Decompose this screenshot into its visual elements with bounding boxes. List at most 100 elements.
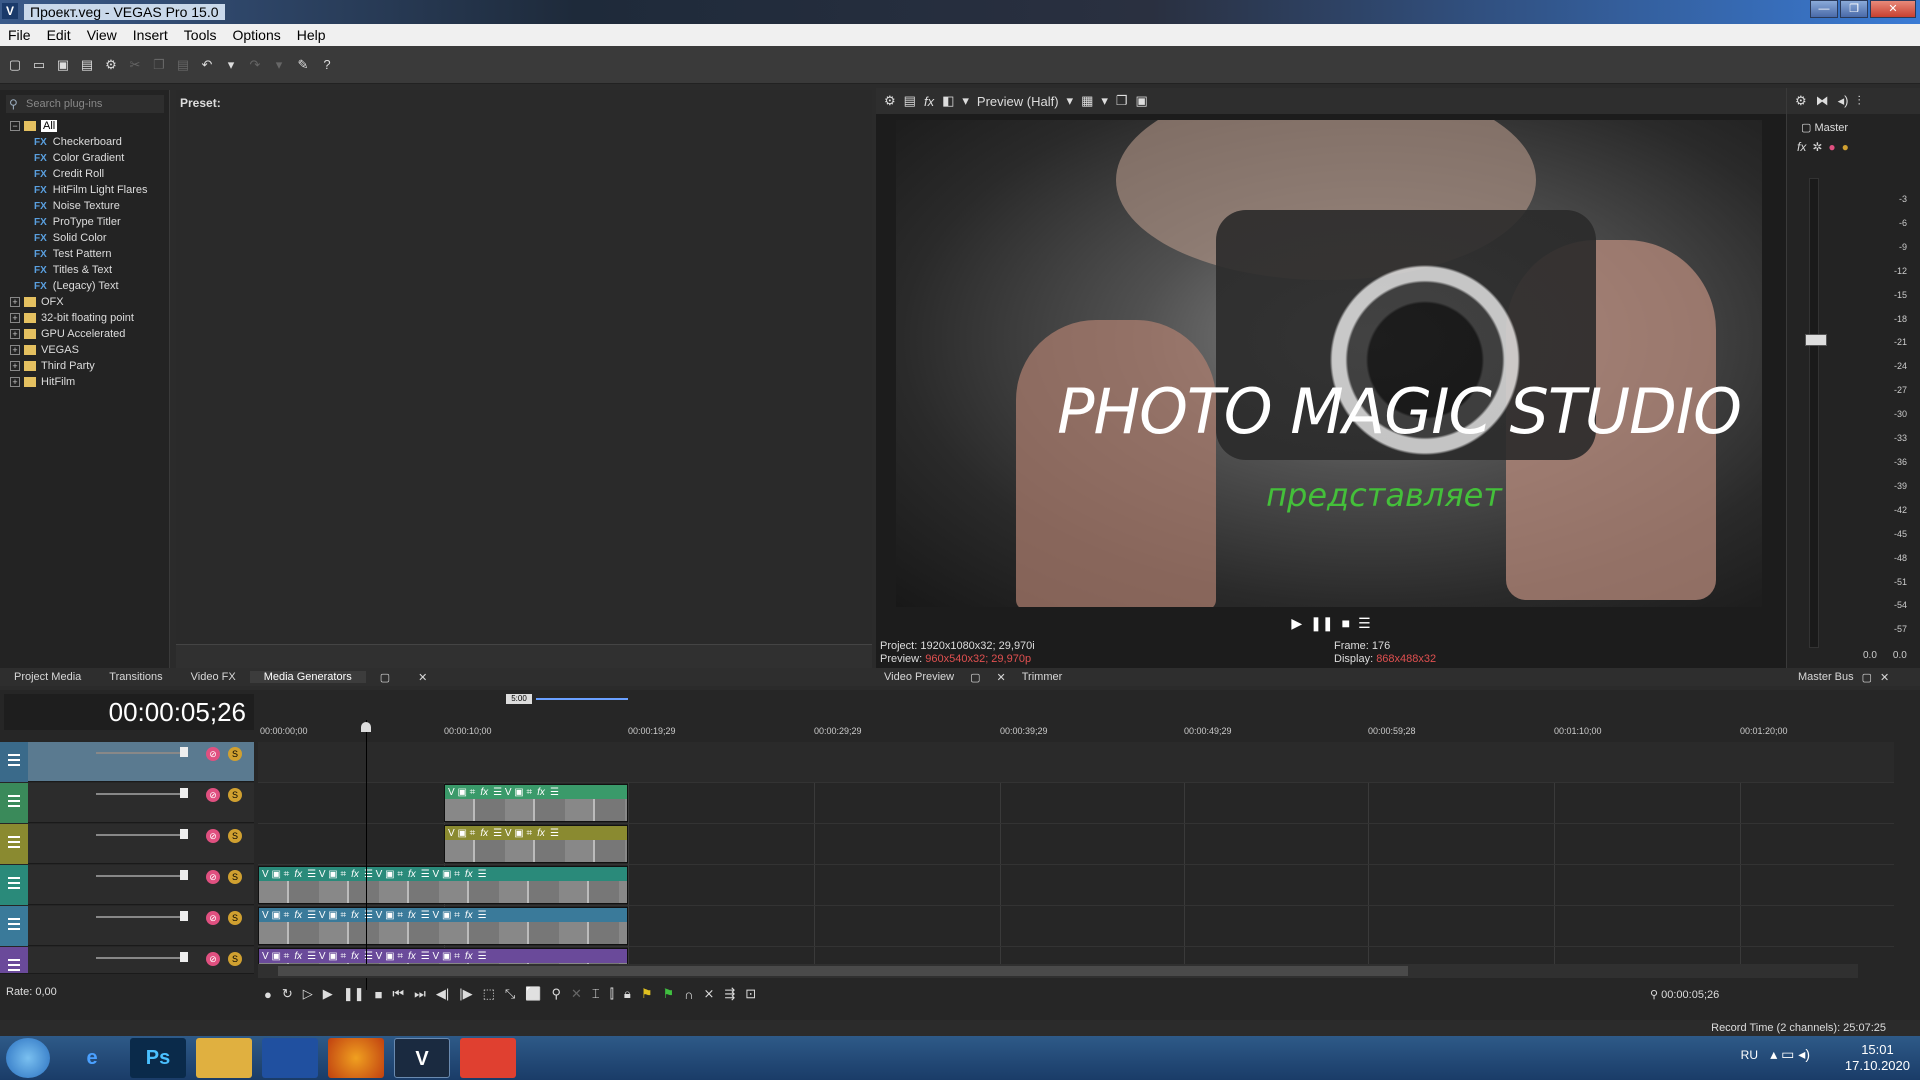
mute-icon[interactable]: ⊘: [206, 870, 220, 884]
undock-icon[interactable]: ▢: [962, 671, 988, 684]
video-clip[interactable]: V ▣ ⌗ fx ☰ V ▣ ⌗ fx ☰: [444, 825, 628, 863]
tree-folder[interactable]: + GPU Accelerated: [10, 326, 148, 342]
save-icon[interactable]: ▣: [54, 56, 72, 74]
track-lane[interactable]: [258, 742, 1894, 783]
render-icon[interactable]: ✎: [294, 56, 312, 74]
save-as-icon[interactable]: ▤: [78, 56, 96, 74]
go-to-end-icon[interactable]: ⏭: [414, 986, 426, 1002]
tab-master-bus[interactable]: Master Bus: [1798, 671, 1854, 683]
undock-icon[interactable]: ▢: [1862, 671, 1872, 684]
auto-crossfade-icon[interactable]: ⨯: [703, 986, 714, 1002]
video-clip[interactable]: V ▣ ⌗ fx ☰ V ▣ ⌗ fx ☰ V ▣ ⌗ fx ☰ V ▣ ⌗ f…: [258, 866, 628, 904]
region-icon[interactable]: ⚑: [662, 986, 674, 1002]
tab-video-fx[interactable]: Video FX: [177, 671, 250, 683]
photo-app-icon[interactable]: [460, 1038, 516, 1078]
properties-gear-icon[interactable]: ⚙: [102, 56, 120, 74]
mute-icon[interactable]: ⊘: [206, 747, 220, 761]
track-menu-icon[interactable]: [8, 877, 20, 889]
zoom-tool-icon[interactable]: ⚲: [551, 986, 561, 1002]
go-to-start-icon[interactable]: ⏮: [392, 986, 404, 1002]
menu-edit[interactable]: Edit: [39, 27, 79, 43]
device-icon[interactable]: ▤: [904, 93, 916, 109]
record-icon[interactable]: ●: [264, 987, 272, 1002]
expand-icon[interactable]: +: [10, 297, 20, 307]
lock-envelopes-icon[interactable]: ⊡: [745, 986, 756, 1002]
video-clip[interactable]: V ▣ ⌗ fx ☰ V ▣ ⌗ fx ☰ V ▣ ⌗ fx ☰ V ▣ ⌗ f…: [258, 907, 628, 945]
explorer-folder-icon[interactable]: [196, 1038, 252, 1078]
edit-tool-icon[interactable]: ⬚: [483, 986, 495, 1002]
language-indicator[interactable]: RU: [1741, 1048, 1758, 1062]
solo-icon[interactable]: S: [228, 870, 242, 884]
close-tab-icon[interactable]: ✕: [1880, 671, 1889, 684]
tree-item[interactable]: FX Test Pattern: [10, 246, 148, 262]
track-level-slider[interactable]: [96, 834, 182, 836]
stop-icon[interactable]: ■: [1342, 615, 1350, 631]
expand-icon[interactable]: +: [10, 329, 20, 339]
automation-icon[interactable]: ✲: [1812, 140, 1822, 154]
fx-icon[interactable]: fx: [1797, 140, 1806, 154]
tree-folder[interactable]: + Third Party: [10, 358, 148, 374]
mute-icon[interactable]: ⊘: [206, 788, 220, 802]
floppy-app-icon[interactable]: [262, 1038, 318, 1078]
solo-icon[interactable]: ●: [1842, 140, 1849, 154]
track-lane[interactable]: V ▣ ⌗ fx ☰ V ▣ ⌗ fx ☰: [258, 783, 1894, 824]
timeline-cursor[interactable]: [366, 720, 367, 990]
solo-icon[interactable]: S: [228, 952, 242, 966]
video-clip[interactable]: V ▣ ⌗ fx ☰ V ▣ ⌗ fx ☰: [444, 784, 628, 822]
timecode-display[interactable]: 00:00:05;26: [4, 694, 254, 730]
tab-media-generators[interactable]: Media Generators: [249, 671, 366, 683]
menu-insert[interactable]: Insert: [125, 27, 176, 43]
redo-icon[interactable]: ↷: [246, 56, 264, 74]
minimize-button[interactable]: —: [1810, 0, 1838, 18]
next-frame-icon[interactable]: |▶: [459, 986, 472, 1002]
track-level-slider[interactable]: [96, 793, 182, 795]
cut-icon[interactable]: ✂: [126, 56, 144, 74]
undo-dropdown-icon[interactable]: ▾: [222, 56, 240, 74]
master-fader-handle[interactable]: [1805, 334, 1827, 346]
menu-options[interactable]: Options: [224, 27, 288, 43]
solo-icon[interactable]: S: [228, 788, 242, 802]
mute-icon[interactable]: ⊘: [206, 952, 220, 966]
delete-icon[interactable]: ✕: [571, 986, 582, 1002]
slider-handle[interactable]: [180, 911, 188, 921]
speaker-icon[interactable]: ◂): [1838, 93, 1849, 109]
pause-icon[interactable]: ❚❚: [1310, 615, 1333, 632]
split-icon[interactable]: ⫿: [610, 986, 614, 1002]
dim-icon[interactable]: ⧓: [1816, 93, 1829, 109]
search-input[interactable]: ⚲ Search plug-ins: [6, 95, 164, 113]
play-icon[interactable]: ▶: [323, 986, 333, 1002]
tree-folder[interactable]: + OFX: [10, 294, 148, 310]
solo-icon[interactable]: S: [228, 829, 242, 843]
menu-view[interactable]: View: [79, 27, 125, 43]
scroll-thumb[interactable]: [278, 966, 1408, 976]
open-folder-icon[interactable]: ▭: [30, 56, 48, 74]
snapping-icon[interactable]: ∩: [684, 987, 693, 1002]
lock-icon[interactable]: 🔒︎: [624, 986, 631, 1002]
track-menu-icon[interactable]: [8, 836, 20, 848]
slider-handle[interactable]: [180, 788, 188, 798]
track-header[interactable]: ⊘ S: [0, 947, 254, 974]
maximize-button[interactable]: ❐: [1840, 0, 1868, 18]
loop-region[interactable]: 5:00: [506, 694, 532, 704]
close-button[interactable]: ✕: [1870, 0, 1916, 18]
slider-handle[interactable]: [180, 952, 188, 962]
tree-item[interactable]: FX Solid Color: [10, 230, 148, 246]
track-header[interactable]: ⊘ S: [0, 906, 254, 946]
tree-item[interactable]: FX Titles & Text: [10, 262, 148, 278]
gear-icon[interactable]: ⚙: [1795, 93, 1807, 109]
tree-item[interactable]: FX ProType Titler: [10, 214, 148, 230]
track-lane[interactable]: V ▣ ⌗ fx ☰ V ▣ ⌗ fx ☰ V ▣ ⌗ fx ☰ V ▣ ⌗ f…: [258, 865, 1894, 906]
track-header[interactable]: ⊘ S: [0, 742, 254, 782]
tab-project-media[interactable]: Project Media: [0, 671, 95, 683]
undock-icon[interactable]: ▢: [366, 671, 404, 684]
pause-icon[interactable]: ❚❚: [343, 986, 365, 1002]
horizontal-scrollbar[interactable]: [258, 964, 1858, 978]
undo-icon[interactable]: ↶: [198, 56, 216, 74]
tree-item[interactable]: FX Checkerboard: [10, 134, 148, 150]
tab-trimmer[interactable]: Trimmer: [1014, 671, 1071, 683]
track-menu-icon[interactable]: [8, 918, 20, 930]
track-menu-icon[interactable]: [8, 959, 20, 971]
track-header[interactable]: ⊘ S: [0, 824, 254, 864]
mute-icon[interactable]: ⊘: [206, 911, 220, 925]
split-screen-icon[interactable]: ◧: [942, 93, 954, 109]
